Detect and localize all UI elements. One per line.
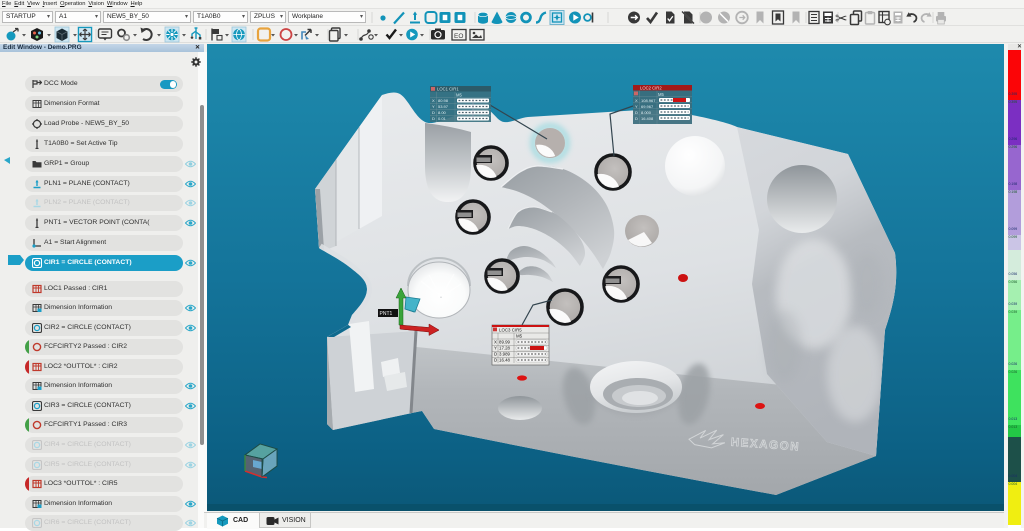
svg-text:M5: M5 xyxy=(658,92,664,97)
svg-text:8.000: 8.000 xyxy=(641,110,652,115)
svg-text:PNT1: PNT1 xyxy=(380,311,393,317)
svg-text:✂: ✂ xyxy=(835,11,848,27)
svg-text:8.00: 8.00 xyxy=(438,110,447,115)
svg-text:Y: Y xyxy=(432,104,435,109)
svg-text:X: X xyxy=(635,98,638,103)
svg-text:0.01: 0.01 xyxy=(438,116,447,121)
svg-text:LOC1 CIR1: LOC1 CIR1 xyxy=(437,87,459,92)
svg-text:3.989: 3.989 xyxy=(499,352,511,357)
svg-text:X: X xyxy=(432,98,435,103)
svg-text:D: D xyxy=(635,116,638,121)
svg-text:D: D xyxy=(494,358,497,363)
svg-text:80.98: 80.98 xyxy=(438,98,449,103)
svg-text:69.967: 69.967 xyxy=(641,104,654,109)
svg-text:16.408: 16.408 xyxy=(641,116,654,121)
svg-text:LOC3 CIR5: LOC3 CIR5 xyxy=(499,327,522,332)
svg-text:LOC2 CIR2: LOC2 CIR2 xyxy=(640,86,662,91)
svg-text:17.28: 17.28 xyxy=(499,346,511,351)
svg-text:D: D xyxy=(432,116,435,121)
svg-text:53.97: 53.97 xyxy=(438,104,449,109)
svg-text:D: D xyxy=(635,110,638,115)
svg-text:Y: Y xyxy=(635,104,638,109)
svg-text:EO: EO xyxy=(454,33,463,40)
svg-text:89.99: 89.99 xyxy=(499,340,511,345)
svg-text:X: X xyxy=(494,340,497,345)
svg-text:Y: Y xyxy=(494,346,497,351)
svg-text:D: D xyxy=(432,110,435,115)
svg-text:M5: M5 xyxy=(456,93,462,98)
svg-text:108.967: 108.967 xyxy=(641,98,656,103)
svg-text:M5: M5 xyxy=(516,333,523,338)
svg-text:16.48: 16.48 xyxy=(499,358,511,363)
svg-text:D: D xyxy=(494,352,497,357)
